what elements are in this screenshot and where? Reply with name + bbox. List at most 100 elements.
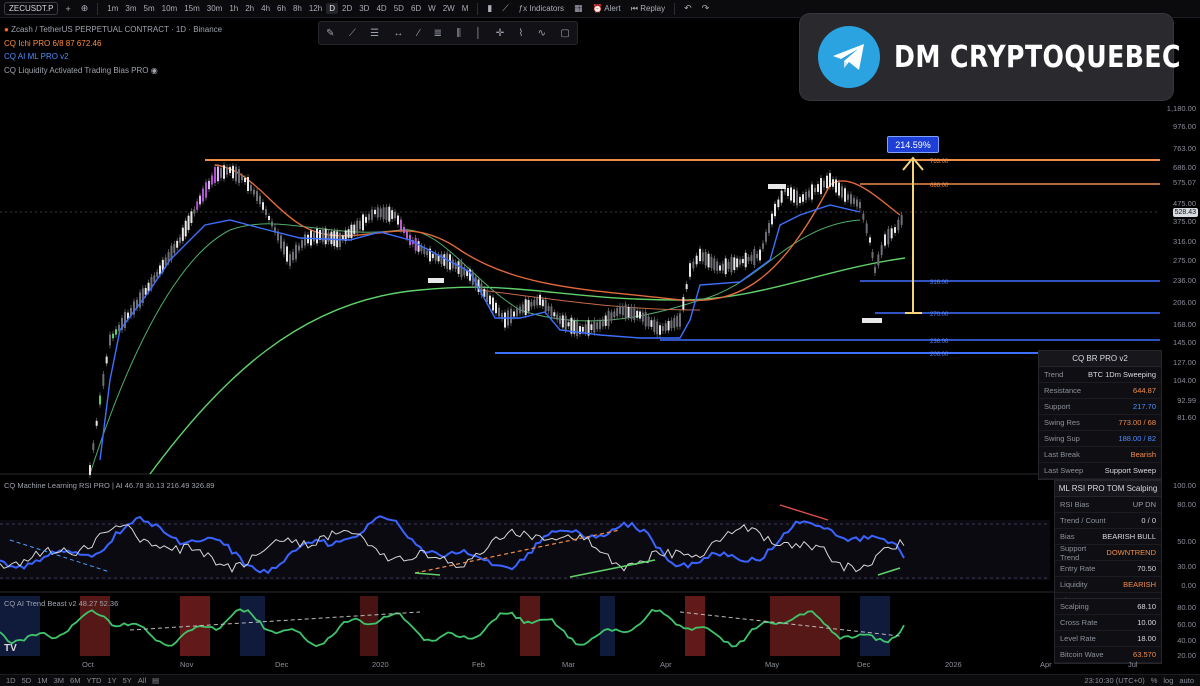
signal-tag[interactable] (428, 278, 444, 283)
candle-body (832, 179, 834, 187)
candle-body (268, 215, 270, 221)
candle-body (313, 232, 315, 242)
candle-body (446, 253, 449, 269)
candle-body (771, 213, 773, 225)
candle-body (510, 308, 512, 324)
candle-body (417, 241, 420, 252)
candle-body (153, 275, 156, 282)
candle-body (391, 210, 394, 219)
candle-body (365, 216, 367, 223)
candle-body (516, 307, 518, 317)
candle-body (661, 326, 664, 331)
candle-body (613, 311, 616, 318)
panel-row-value: Bearish (1130, 450, 1156, 459)
panel-row-key: Entry Rate (1060, 564, 1096, 573)
candle-body (457, 261, 460, 274)
candle-body (235, 166, 237, 182)
panel-row-key: Last Break (1044, 450, 1080, 459)
time-axis-label: Oct (82, 660, 94, 669)
candle-body (656, 321, 659, 335)
divergence-line-red (779, 504, 829, 521)
candle-body (670, 320, 673, 329)
candle-body (741, 258, 744, 264)
signal-tag[interactable] (862, 318, 882, 323)
percent-toggle[interactable]: % (1151, 676, 1158, 685)
candle-body (513, 311, 515, 317)
candle-body (590, 324, 593, 331)
time-axis[interactable]: Oct Nov Dec 2020 Feb Mar Apr May Dec 2026 Apr Jul (0, 658, 1160, 670)
candle-body (692, 261, 695, 269)
candle-body (639, 311, 641, 319)
panel-row-key: Trend (1044, 370, 1064, 379)
panel-row-value: BEARISH BULL (1102, 532, 1156, 541)
trend-zone (360, 596, 378, 656)
candle-body (330, 231, 333, 245)
candle-body (385, 207, 388, 221)
candle-body (521, 304, 524, 313)
candle-body (208, 180, 210, 190)
auto-toggle[interactable]: auto (1179, 676, 1194, 685)
candle-body (394, 211, 396, 219)
candle-body (673, 317, 676, 328)
candle-body (223, 165, 225, 179)
candle-body (847, 194, 849, 200)
panel-row-value: 0 / 0 (1141, 516, 1156, 525)
candle-body (559, 316, 561, 324)
candle-body (460, 261, 463, 278)
clock-text[interactable]: 23:10:30 (UTC+0) (1084, 676, 1144, 685)
range-1D[interactable]: 1D (6, 676, 16, 685)
candle-body (541, 299, 544, 307)
candle-body (283, 241, 285, 255)
range-6M[interactable]: 6M (70, 676, 80, 685)
candle-body (353, 224, 356, 234)
range-3M[interactable]: 3M (54, 676, 64, 685)
candle-body (599, 321, 601, 329)
candle-body (379, 208, 382, 218)
time-axis-label: Nov (180, 660, 194, 669)
candle-body (641, 312, 644, 322)
level-label-mid: 316.00 (930, 280, 949, 286)
candle-body (333, 231, 336, 247)
candle-body (716, 261, 719, 271)
panel-row: Trend BTC 1Dm Sweeping (1039, 367, 1161, 383)
rsi-axis-label: 80.00 (1177, 500, 1196, 509)
range-1M[interactable]: 1M (37, 676, 47, 685)
time-axis-label: Dec (275, 660, 289, 669)
candle-body (607, 310, 610, 327)
rsi-axis-label: 50.00 (1177, 537, 1196, 546)
candle-body (644, 312, 647, 327)
candle-body (900, 215, 903, 225)
candle-body (768, 223, 770, 233)
trend-zone (770, 596, 840, 656)
candle-body (304, 234, 306, 246)
candle-body (823, 180, 825, 188)
signal-tag[interactable] (768, 184, 786, 189)
calendar-icon[interactable]: ▤ (152, 676, 159, 685)
range-1Y[interactable]: 1Y (107, 676, 116, 685)
candle-body (805, 191, 807, 201)
candle-body (368, 214, 370, 221)
candle-body (877, 254, 880, 266)
candle-body (724, 258, 727, 275)
candle-body (616, 308, 619, 317)
candle-body (736, 258, 739, 268)
candle-body (887, 228, 890, 245)
candle-body (689, 263, 691, 277)
range-5D[interactable]: 5D (22, 676, 32, 685)
panel-row-value: 188.00 / 82 (1118, 434, 1156, 443)
candle-body (820, 178, 822, 194)
rsi-axis-label: 30.00 (1177, 562, 1196, 571)
candle-body (519, 306, 521, 314)
candle-body (533, 299, 536, 306)
watermark-text: DM CRYPTOQUEBEC (894, 39, 1181, 75)
panel-row-value: 773.00 / 68 (1118, 418, 1156, 427)
candle-body (190, 211, 193, 223)
candle-body (426, 250, 429, 256)
candle-body (744, 252, 747, 268)
candle-body (564, 315, 567, 331)
log-toggle[interactable]: log (1163, 676, 1173, 685)
range-YTD[interactable]: YTD (86, 676, 101, 685)
range-All[interactable]: All (138, 676, 146, 685)
panel-row-key: Support Trend (1060, 543, 1087, 562)
range-5Y[interactable]: 5Y (123, 676, 132, 685)
